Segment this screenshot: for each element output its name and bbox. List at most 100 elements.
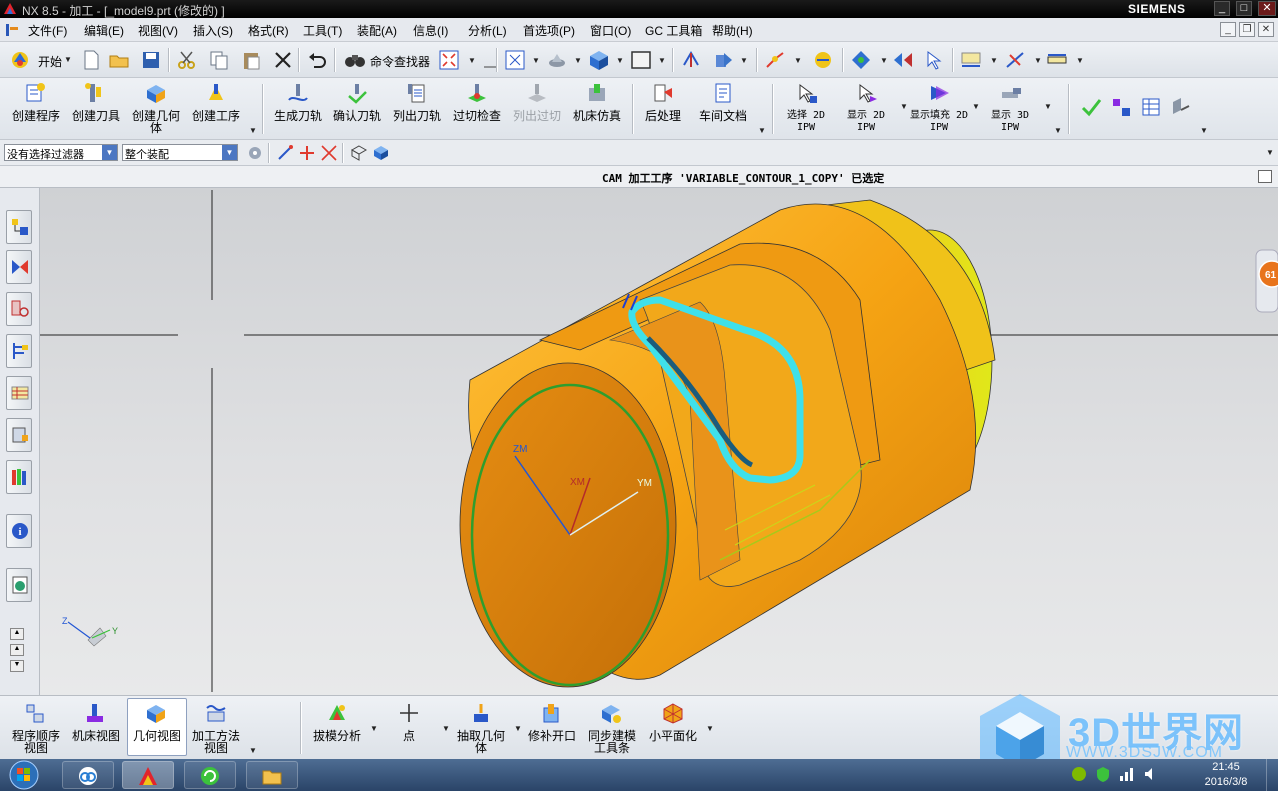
create-program-button[interactable]: 创建程序 xyxy=(8,110,64,122)
create-tool-button[interactable]: 创建刀具 xyxy=(68,110,124,122)
tray-shield-icon[interactable] xyxy=(1094,765,1112,783)
wireframe-cube-icon[interactable] xyxy=(350,144,368,162)
tray-network-icon[interactable] xyxy=(1118,765,1136,783)
machining-method-view-button[interactable]: 加工方法视图 xyxy=(188,730,244,754)
verify-path-button[interactable]: 确认刀轨 xyxy=(329,110,385,122)
plane-section-icon[interactable] xyxy=(1170,96,1192,118)
menu-tools[interactable]: 工具(T) xyxy=(303,22,342,39)
axis-dimension-icon[interactable] xyxy=(1004,49,1026,71)
minimize-button[interactable]: _ xyxy=(1214,1,1230,16)
program-order-view-button[interactable]: 程序顺序视图 xyxy=(8,730,64,754)
select-feature-icon[interactable] xyxy=(892,49,914,71)
snap-endpoint-icon[interactable] xyxy=(276,144,294,162)
scroll-up-icon[interactable]: ▲ xyxy=(10,644,24,656)
web-browser-tab[interactable] xyxy=(6,568,32,602)
snap-midpoint-icon[interactable] xyxy=(298,144,316,162)
assembly-navigator-tab[interactable] xyxy=(6,210,32,244)
resource-bar-scroll[interactable]: ▲ ▲ ▼ xyxy=(10,628,24,688)
selection-scope-dropdown[interactable]: 整个装配 ▼ xyxy=(122,144,238,161)
table-view-icon[interactable] xyxy=(1140,96,1162,118)
show-filled-2d-ipw-button[interactable]: 显示填充 2D IPW xyxy=(906,110,972,134)
constraint-navigator-tab[interactable] xyxy=(6,250,32,284)
wcs-orient-icon[interactable] xyxy=(680,49,702,71)
info-tab[interactable]: i xyxy=(6,514,32,548)
scroll-up-icon[interactable]: ▲ xyxy=(10,628,24,640)
part-navigator-tab[interactable] xyxy=(6,292,32,326)
windows-start-icon[interactable] xyxy=(4,760,44,790)
machine-tool-view-button[interactable]: 机床视图 xyxy=(68,730,124,742)
menu-insert[interactable]: 插入(S) xyxy=(193,22,233,39)
tray-green-icon[interactable] xyxy=(1070,765,1088,783)
render-style-icon[interactable] xyxy=(546,49,568,71)
select-pointer-icon[interactable] xyxy=(924,49,946,71)
doc-minimize-button[interactable]: _ xyxy=(1220,22,1236,37)
fit-view-icon[interactable] xyxy=(438,49,460,71)
menu-assembly[interactable]: 装配(A) xyxy=(357,22,397,39)
copy-icon[interactable] xyxy=(208,49,230,71)
show-desktop-button[interactable] xyxy=(1266,759,1278,791)
system-materials-tab[interactable] xyxy=(6,460,32,494)
menu-gc-toolbox[interactable]: GC 工具箱 xyxy=(645,22,702,39)
list-gouges-button[interactable]: 列出过切 xyxy=(509,110,565,122)
menu-app-icon[interactable] xyxy=(4,22,22,38)
status-expand-button[interactable] xyxy=(1258,170,1272,183)
menu-help[interactable]: 帮助(H) xyxy=(712,22,753,39)
filter-settings-icon[interactable] xyxy=(246,144,264,162)
draft-analysis-button[interactable]: 拔模分析 xyxy=(308,730,366,742)
taskbar-clock[interactable]: 21:45 2016/3/8 xyxy=(1196,760,1256,790)
dimension-icon[interactable] xyxy=(960,49,982,71)
extract-geometry-button[interactable]: 抽取几何体 xyxy=(454,730,508,754)
generate-path-button[interactable]: 生成刀轨 xyxy=(270,110,326,122)
solid-cube-icon[interactable] xyxy=(372,144,390,162)
patch-openings-button[interactable]: 修补开口 xyxy=(524,730,580,742)
tray-volume-icon[interactable] xyxy=(1142,765,1160,783)
graphics-window[interactable]: ZM XM YM Z Y 61 xyxy=(40,188,1278,695)
close-button[interactable]: ✕ xyxy=(1258,1,1276,16)
zoom-fit-icon[interactable] xyxy=(504,49,526,71)
delete-icon[interactable] xyxy=(272,49,294,71)
geometry-view-button[interactable]: 几何视图 xyxy=(128,730,186,742)
create-geometry-button[interactable]: 创建几何体 xyxy=(128,110,184,134)
menu-format[interactable]: 格式(R) xyxy=(248,22,289,39)
measure-icon[interactable] xyxy=(812,49,834,71)
reuse-library-tab[interactable] xyxy=(6,418,32,452)
move-component-icon[interactable] xyxy=(712,49,734,71)
menu-file[interactable]: 文件(F) xyxy=(28,22,67,39)
create-operation-button[interactable]: 创建工序 xyxy=(188,110,244,122)
menu-view[interactable]: 视图(V) xyxy=(138,22,178,39)
menu-edit[interactable]: 编辑(E) xyxy=(84,22,124,39)
toolbar-options-icon[interactable] xyxy=(480,49,502,71)
save-icon[interactable] xyxy=(140,49,162,71)
doc-close-button[interactable]: ✕ xyxy=(1258,22,1274,37)
shop-docs-button[interactable]: 车间文档 xyxy=(695,110,751,122)
postprocess-button[interactable]: 后处理 xyxy=(635,110,691,122)
snap-point-icon[interactable] xyxy=(764,49,786,71)
taskbar-nx-app[interactable] xyxy=(122,761,174,789)
gouge-check-button[interactable]: 过切检查 xyxy=(449,110,505,122)
menu-analysis[interactable]: 分析(L) xyxy=(468,22,507,39)
operation-navigator-icon[interactable] xyxy=(1110,96,1132,118)
show-3d-ipw-button[interactable]: 显示 3D IPW xyxy=(984,110,1036,134)
paste-icon[interactable] xyxy=(240,49,262,71)
scroll-down-icon[interactable]: ▼ xyxy=(10,660,24,672)
operation-navigator-tab[interactable] xyxy=(6,334,32,368)
doc-restore-button[interactable]: ❐ xyxy=(1239,22,1255,37)
shaded-cube-icon[interactable] xyxy=(588,49,610,71)
list-path-button[interactable]: 列出刀轨 xyxy=(389,110,445,122)
taskbar-explorer[interactable] xyxy=(246,761,298,789)
snap-intersect-icon[interactable] xyxy=(320,144,338,162)
taskbar-app-3[interactable] xyxy=(184,761,236,789)
menu-information[interactable]: 信息(I) xyxy=(413,22,448,39)
start-button[interactable]: 开始 ▼ xyxy=(6,49,72,71)
taskbar-app-1[interactable] xyxy=(62,761,114,789)
model-scene[interactable]: ZM XM YM Z Y 61 xyxy=(40,188,1278,695)
show-2d-ipw-button[interactable]: 显示 2D IPW xyxy=(840,110,892,134)
undo-icon[interactable] xyxy=(306,49,328,71)
machine-simulation-button[interactable]: 机床仿真 xyxy=(569,110,625,122)
command-finder-button[interactable]: 命令查找器 xyxy=(344,49,434,71)
machine-tool-navigator-tab[interactable] xyxy=(6,376,32,410)
point-button[interactable]: 点 xyxy=(384,730,434,742)
menu-preferences[interactable]: 首选项(P) xyxy=(523,22,575,39)
select-2d-ipw-button[interactable]: 选择 2D IPW xyxy=(780,110,832,134)
menu-window[interactable]: 窗口(O) xyxy=(590,22,631,39)
